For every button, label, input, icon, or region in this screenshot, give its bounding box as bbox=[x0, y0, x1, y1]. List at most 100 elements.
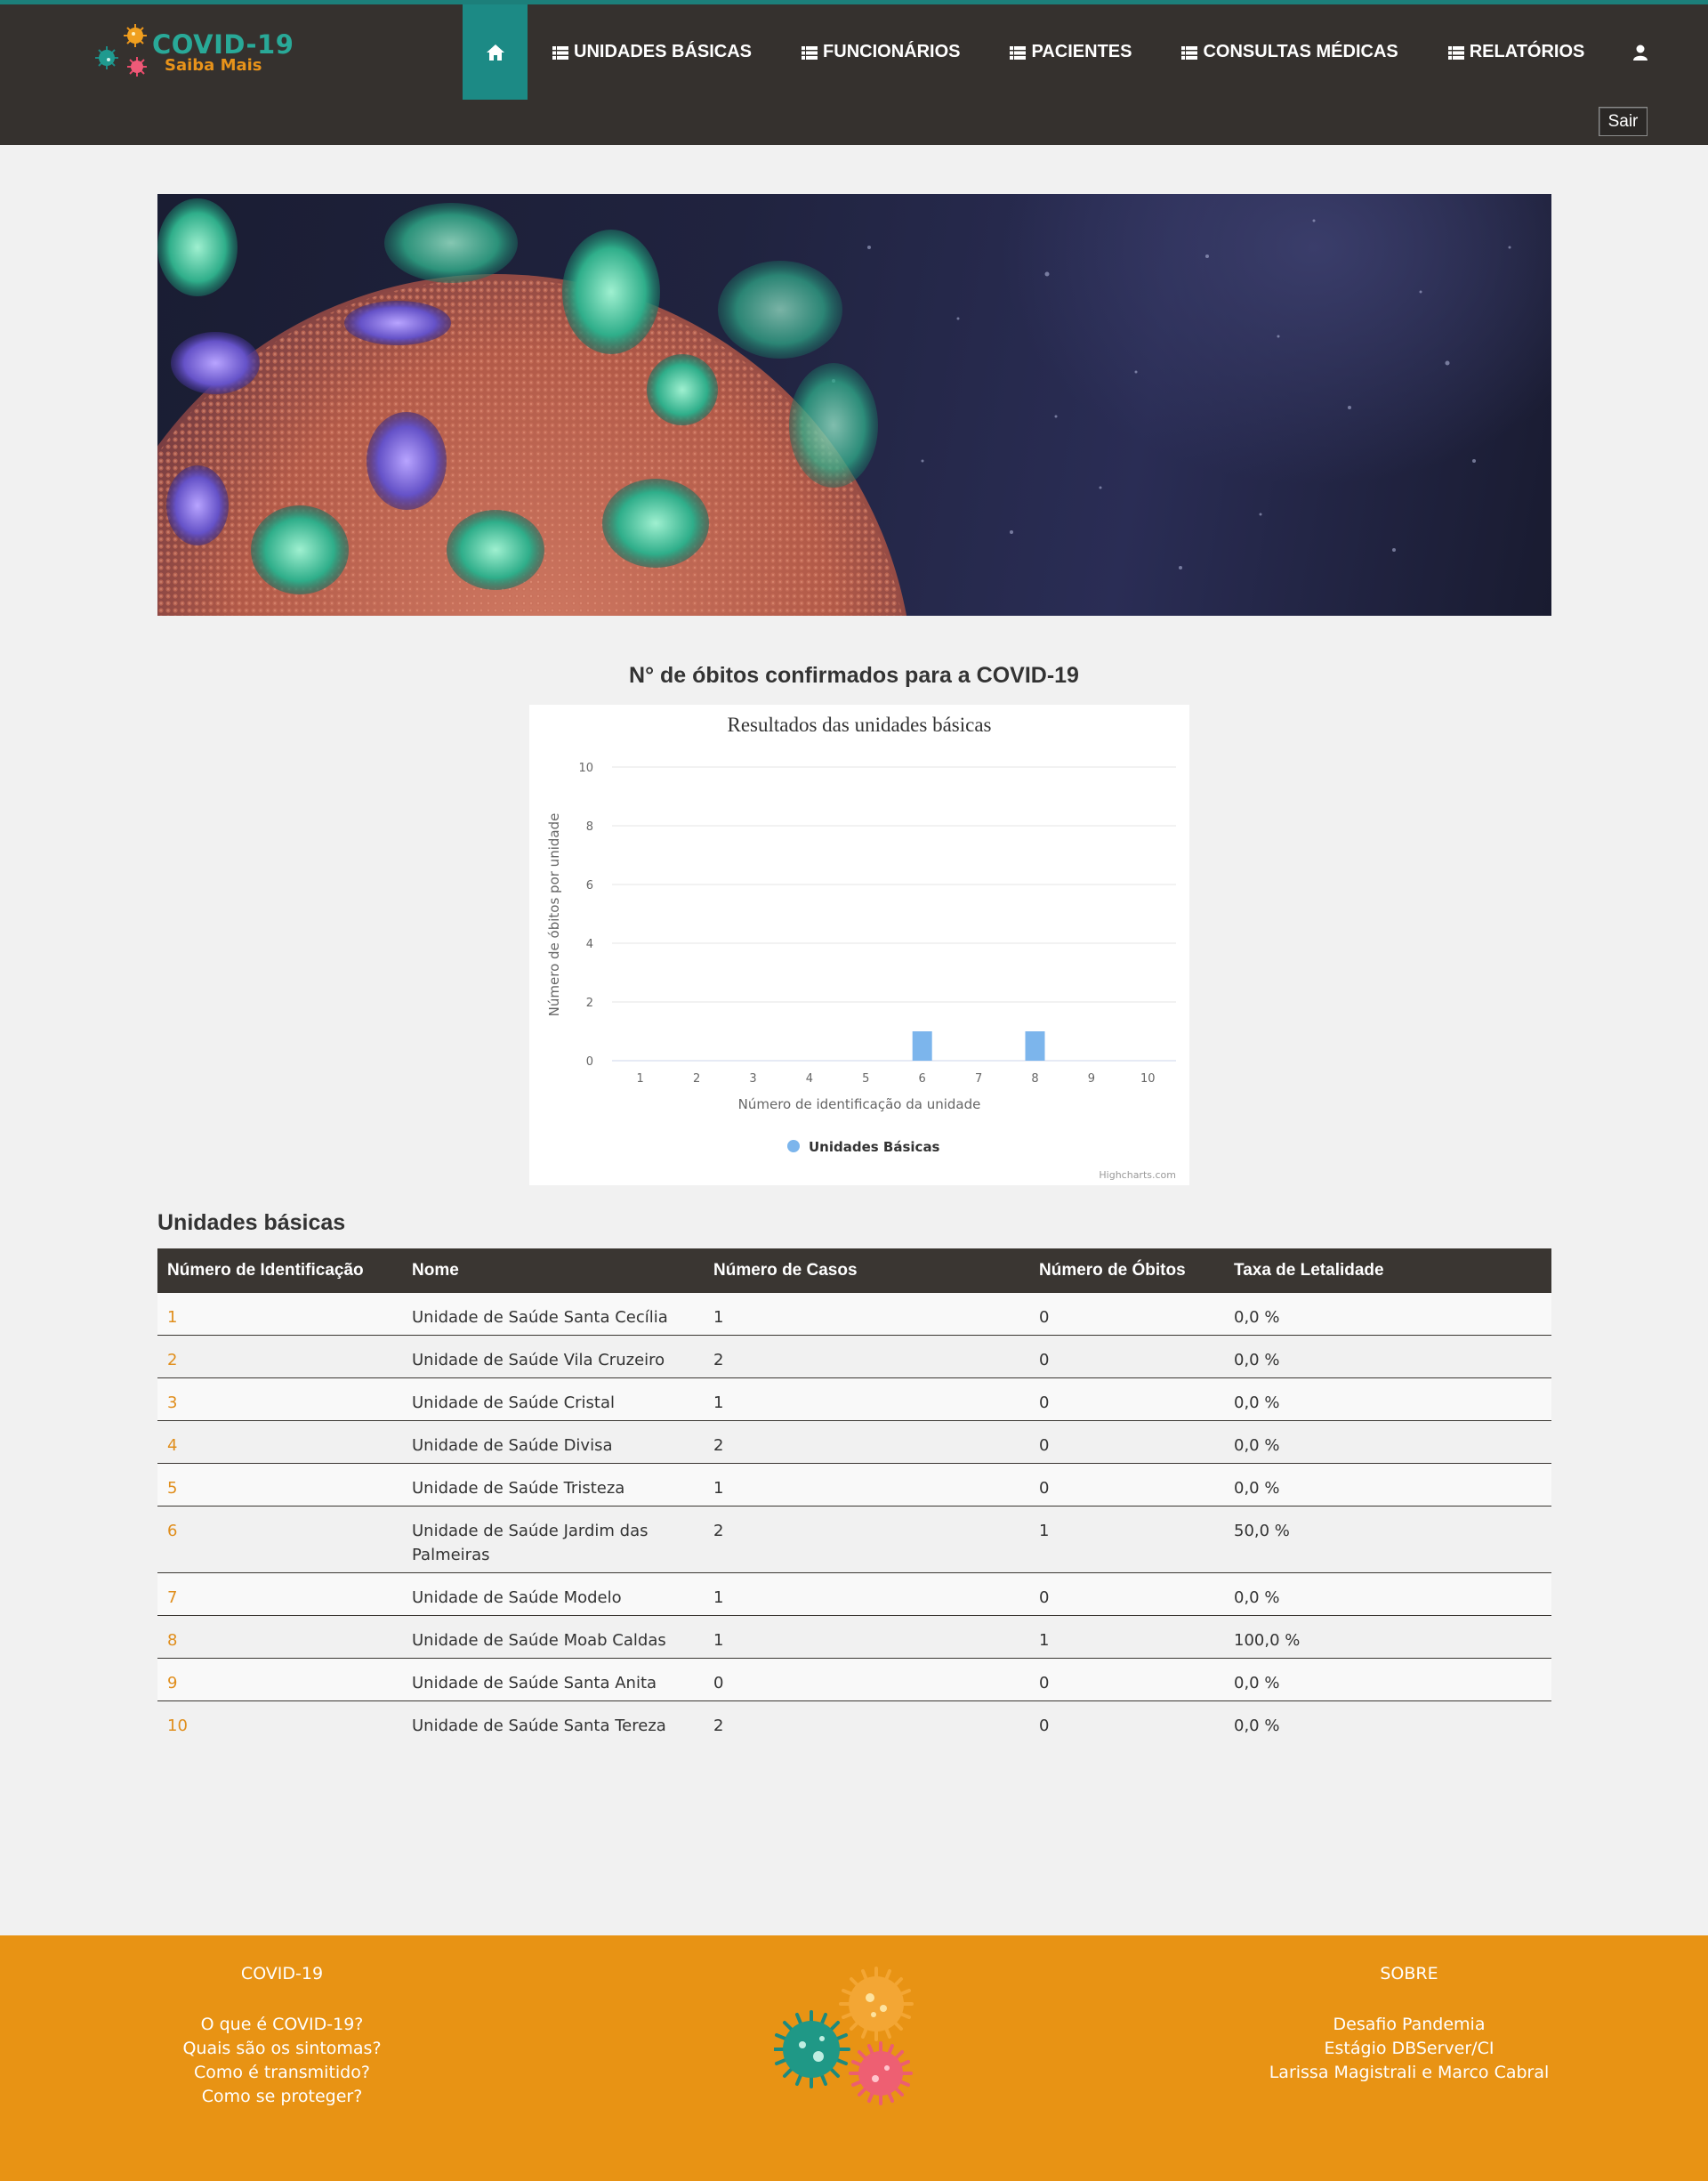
unit-id-link[interactable]: 10 bbox=[157, 1714, 402, 1738]
y-tick-label: 4 bbox=[586, 938, 593, 951]
table-row: 2 Unidade de Saúde Vila Cruzeiro 2 0 0,0 % bbox=[157, 1336, 1551, 1378]
unit-deaths: 1 bbox=[1039, 1522, 1050, 1540]
unit-id-link[interactable]: 1 bbox=[157, 1305, 402, 1329]
x-tick-label: 7 bbox=[975, 1072, 982, 1086]
unit-id-link[interactable]: 2 bbox=[157, 1348, 402, 1372]
table-row: 1 Unidade de Saúde Santa Cecília 1 0 0,0 % bbox=[157, 1293, 1551, 1336]
unit-cases: 2 bbox=[713, 1717, 724, 1735]
unit-name: Unidade de Saúde Santa Tereza bbox=[412, 1717, 666, 1735]
unit-id-link[interactable]: 7 bbox=[157, 1586, 402, 1610]
table-row: 7 Unidade de Saúde Modelo 1 0 0,0 % bbox=[157, 1573, 1551, 1616]
y-tick-label: 8 bbox=[586, 820, 593, 834]
unit-lethality-rate: 0,0 % bbox=[1234, 1588, 1280, 1607]
nav-consultas-medicas[interactable]: CONSULTAS MÉDICAS bbox=[1156, 4, 1422, 100]
footer-text: Desafio Pandemia bbox=[1333, 2015, 1486, 2034]
unit-name: Unidade de Saúde Divisa bbox=[412, 1436, 613, 1455]
unit-cases: 1 bbox=[713, 1393, 724, 1412]
unit-cases: 2 bbox=[713, 1522, 724, 1540]
unit-id-link[interactable]: 8 bbox=[157, 1628, 402, 1652]
logout-button[interactable]: Sair bbox=[1599, 107, 1648, 136]
x-tick-label: 6 bbox=[919, 1072, 926, 1086]
footer-covid-column: COVID-19 O que é COVID-19? Quais são os … bbox=[104, 1964, 460, 2109]
footer-title: COVID-19 bbox=[240, 1964, 324, 1983]
footer-link[interactable]: O que é COVID-19? bbox=[104, 2013, 460, 2037]
hero-banner-image bbox=[157, 194, 1551, 616]
unit-lethality-rate: 0,0 % bbox=[1234, 1674, 1280, 1692]
deaths-chart: Resultados das unidades básicas 0 2 4 6 8 10 … bbox=[529, 705, 1189, 1185]
chart-title: Resultados das unidades básicas bbox=[727, 714, 991, 736]
table-row: 10 Unidade de Saúde Santa Tereza 2 0 0,0 % bbox=[157, 1701, 1551, 1744]
column-header: Número de Óbitos bbox=[1039, 1261, 1186, 1280]
footer-link[interactable]: Quais são os sintomas? bbox=[104, 2037, 460, 2061]
nav-label: FUNCIONÁRIOS bbox=[823, 42, 961, 61]
unit-deaths: 1 bbox=[1039, 1631, 1050, 1650]
y-tick-label: 2 bbox=[586, 997, 593, 1010]
table-heading: Unidades básicas bbox=[157, 1210, 346, 1235]
top-navbar: COVID-19 Saiba Mais UNIDADES BÁSICAS FUN… bbox=[0, 0, 1708, 145]
footer-about-column: SOBRE Desafio Pandemia Estágio DBServer/… bbox=[1231, 1964, 1587, 2085]
home-icon bbox=[486, 44, 504, 61]
unit-deaths: 0 bbox=[1039, 1674, 1050, 1692]
unit-id-link[interactable]: 6 bbox=[157, 1519, 402, 1543]
footer-title: SOBRE bbox=[1380, 1964, 1438, 1983]
x-tick-label: 9 bbox=[1088, 1072, 1095, 1086]
column-header: Número de Casos bbox=[713, 1261, 858, 1280]
coronavirus-illustration bbox=[157, 198, 1511, 616]
table-row: 4 Unidade de Saúde Divisa 2 0 0,0 % bbox=[157, 1421, 1551, 1464]
x-tick-label: 1 bbox=[637, 1072, 644, 1086]
table-row: 3 Unidade de Saúde Cristal 1 0 0,0 % bbox=[157, 1378, 1551, 1421]
nav-label: PACIENTES bbox=[1031, 42, 1132, 61]
unit-id-link[interactable]: 9 bbox=[157, 1671, 402, 1695]
unit-deaths: 0 bbox=[1039, 1479, 1050, 1498]
chart-x-axis-label: Número de identificação da unidade bbox=[738, 1096, 981, 1112]
nav-home[interactable] bbox=[463, 4, 528, 100]
bar[interactable] bbox=[912, 1031, 932, 1061]
nav-user[interactable] bbox=[1609, 4, 1672, 100]
chart-bars bbox=[912, 1031, 1045, 1061]
unit-name: Unidade de Saúde Cristal bbox=[412, 1393, 616, 1412]
footer-link[interactable]: Como é transmitido? bbox=[104, 2061, 460, 2085]
x-tick-label: 2 bbox=[693, 1072, 700, 1086]
chart-legend[interactable]: Unidades Básicas bbox=[787, 1139, 940, 1155]
unit-deaths: 0 bbox=[1039, 1588, 1050, 1607]
unit-name: Unidade de Saúde Jardim das Palmeiras bbox=[412, 1522, 649, 1564]
unit-name: Unidade de Saúde Tristeza bbox=[412, 1479, 625, 1498]
column-header: Número de Identificação bbox=[167, 1261, 364, 1280]
x-tick-label: 8 bbox=[1031, 1072, 1038, 1086]
footer-link[interactable]: Como se proteger? bbox=[104, 2085, 460, 2109]
chart-y-ticks: 0 2 4 6 8 10 bbox=[578, 762, 593, 1069]
unit-deaths: 0 bbox=[1039, 1351, 1050, 1369]
brand-subtitle: Saiba Mais bbox=[165, 56, 262, 75]
unit-lethality-rate: 50,0 % bbox=[1234, 1522, 1290, 1540]
x-tick-label: 5 bbox=[862, 1072, 869, 1086]
chart-credits[interactable]: Highcharts.com bbox=[1099, 1169, 1176, 1181]
user-icon bbox=[1633, 44, 1648, 61]
nav-relatorios[interactable]: RELATÓRIOS bbox=[1423, 4, 1610, 100]
unit-id-link[interactable]: 3 bbox=[157, 1391, 402, 1415]
nav-unidades-basicas[interactable]: UNIDADES BÁSICAS bbox=[528, 4, 777, 100]
footer-text: Estágio DBServer/CI bbox=[1324, 2039, 1494, 2058]
unit-name: Unidade de Saúde Santa Anita bbox=[412, 1674, 657, 1692]
table-row: 5 Unidade de Saúde Tristeza 1 0 0,0 % bbox=[157, 1464, 1551, 1507]
footer: COVID-19 O que é COVID-19? Quais são os … bbox=[0, 1935, 1708, 2181]
nav-label: RELATÓRIOS bbox=[1469, 42, 1585, 61]
bar[interactable] bbox=[1025, 1031, 1045, 1061]
unit-name: Unidade de Saúde Moab Caldas bbox=[412, 1631, 666, 1650]
unit-cases: 2 bbox=[713, 1351, 724, 1369]
column-header: Taxa de Letalidade bbox=[1234, 1261, 1384, 1280]
legend-marker bbox=[787, 1140, 800, 1152]
x-tick-label: 3 bbox=[749, 1072, 756, 1086]
unit-id-link[interactable]: 4 bbox=[157, 1434, 402, 1458]
legend-label: Unidades Básicas bbox=[809, 1139, 940, 1155]
unit-id-link[interactable]: 5 bbox=[157, 1476, 402, 1500]
y-tick-label: 0 bbox=[586, 1055, 593, 1069]
unit-deaths: 0 bbox=[1039, 1436, 1050, 1455]
nav-pacientes[interactable]: PACIENTES bbox=[985, 4, 1156, 100]
nav-label: UNIDADES BÁSICAS bbox=[574, 42, 753, 61]
chart-grid bbox=[612, 766, 1176, 1062]
unit-cases: 1 bbox=[713, 1308, 724, 1327]
nav-funcionarios[interactable]: FUNCIONÁRIOS bbox=[777, 4, 985, 100]
list-icon bbox=[1010, 46, 1027, 60]
table-body: 1 Unidade de Saúde Santa Cecília 1 0 0,0 % 2 U… bbox=[157, 1293, 1551, 1744]
unit-lethality-rate: 0,0 % bbox=[1234, 1479, 1280, 1498]
